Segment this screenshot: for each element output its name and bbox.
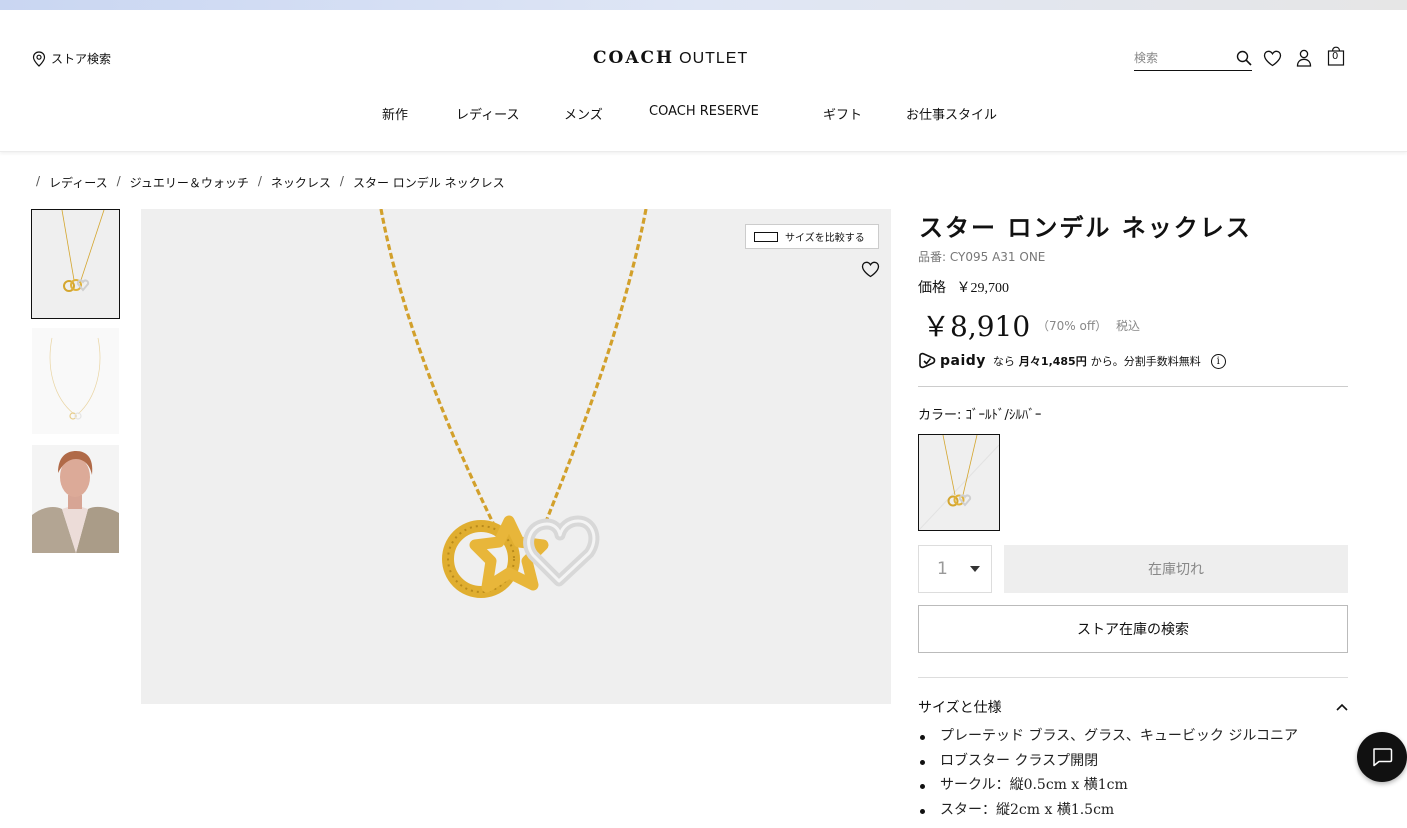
main-nav: 新作 レディース メンズ COACH RESERVE ギフト お仕事スタイル	[0, 104, 1407, 124]
store-locator-link[interactable]: ストア検索	[32, 50, 111, 67]
nav-item-mens[interactable]: メンズ	[564, 104, 603, 123]
nav-item-work-style[interactable]: お仕事スタイル	[906, 104, 997, 123]
quantity-select[interactable]: 1	[918, 545, 992, 593]
chevron-down-icon	[969, 566, 980, 572]
spec-item: サークル：縦0.5cm x 横1cm	[918, 775, 1358, 800]
original-price: 価格 ￥29,700	[918, 277, 1009, 297]
chat-button[interactable]	[1357, 732, 1407, 782]
spec-item: プレーテッド ブラス、グラス、キュービック ジルコニア	[918, 726, 1358, 751]
spec-item: スター：縦2cm x 横1.5cm	[918, 800, 1358, 825]
breadcrumb-separator: /	[339, 174, 344, 188]
thumbnail-2[interactable]	[32, 328, 119, 434]
spec-list: プレーテッド ブラス、グラス、キュービック ジルコニア ロブスター クラスプ開閉…	[918, 726, 1358, 824]
store-search-label: ストア検索	[51, 52, 112, 66]
account-icon[interactable]	[1294, 48, 1314, 68]
breadcrumb: / レディース / ジュエリー＆ウォッチ / ネックレス / スター ロンデル …	[36, 174, 505, 191]
original-price-label: 価格	[918, 280, 946, 296]
cart-count: 0	[1332, 51, 1339, 62]
site-header: ストア検索 COACH OUTLET 0 新作 レディース メンズ COAC	[0, 10, 1407, 152]
necklace-thumbnail-image	[32, 210, 119, 318]
discount-badge: （70% off）	[1037, 319, 1108, 333]
product-sku: 品番: CY095 A31 ONE	[918, 250, 1046, 264]
nav-item-ladies[interactable]: レディース	[456, 104, 519, 123]
divider	[918, 677, 1348, 678]
quantity-value: 1	[937, 559, 948, 579]
breadcrumb-item-necklace[interactable]: ネックレス	[271, 174, 331, 191]
logo-brand: COACH	[593, 48, 675, 68]
compare-size-label: サイズを比較する	[785, 233, 865, 244]
spec-item: ロブスター クラスプ開閉	[918, 751, 1358, 776]
thumbnail-1[interactable]	[31, 209, 120, 319]
paidy-post: から。分割手数料無料	[1090, 355, 1201, 368]
top-accent-bar	[0, 0, 1407, 10]
paidy-brand: paidy	[940, 353, 986, 369]
store-stock-search-button[interactable]: ストア在庫の検索	[918, 605, 1348, 653]
original-price-value: ￥29,700	[956, 281, 1009, 296]
wishlist-icon[interactable]	[1262, 48, 1282, 68]
paidy-amount: 月々1,485円	[1018, 355, 1087, 368]
breadcrumb-item-ladies[interactable]: レディース	[49, 174, 108, 191]
nav-item-coach-reserve[interactable]: COACH RESERVE	[649, 104, 759, 119]
paidy-pre: なら	[992, 355, 1015, 368]
paidy-installment-info: paidy なら 月々1,485円 から。分割手数料無料 i	[918, 352, 1226, 370]
color-swatch-gold-silver[interactable]	[918, 434, 1000, 531]
sale-price: ￥8,910	[922, 310, 1031, 343]
image-wishlist-icon[interactable]	[861, 261, 880, 282]
search-input[interactable]	[1134, 51, 1224, 65]
breadcrumb-item-current: スター ロンデル ネックレス	[352, 176, 505, 190]
chat-icon	[1373, 748, 1393, 767]
search-field[interactable]	[1134, 46, 1252, 71]
ruler-icon	[754, 231, 778, 242]
breadcrumb-item-jewelry[interactable]: ジュエリー＆ウォッチ	[130, 174, 249, 191]
location-pin-icon	[32, 50, 46, 67]
info-icon[interactable]: i	[1210, 353, 1226, 369]
nav-item-gift[interactable]: ギフト	[823, 104, 862, 123]
compare-size-button[interactable]: サイズを比較する	[745, 224, 879, 249]
sold-out-button[interactable]: 在庫切れ	[1004, 545, 1348, 593]
chevron-up-icon	[1336, 703, 1348, 711]
logo-sub: OUTLET	[679, 50, 749, 67]
nav-item-new[interactable]: 新作	[382, 104, 408, 123]
thumbnail-3[interactable]	[32, 445, 119, 553]
model-thumbnail-image	[32, 445, 119, 553]
coach-outlet-logo[interactable]: COACH OUTLET	[593, 48, 783, 68]
cart-icon[interactable]: 0	[1326, 46, 1346, 66]
swatch-image	[919, 435, 999, 530]
search-icon[interactable]	[1236, 50, 1252, 66]
paidy-logo-icon	[919, 352, 936, 369]
divider	[918, 386, 1348, 387]
breadcrumb-separator: /	[116, 174, 121, 188]
spec-heading: サイズと仕様	[918, 700, 1002, 716]
breadcrumb-separator: /	[36, 174, 41, 188]
tax-note: 税込	[1116, 319, 1141, 333]
spec-accordion-header[interactable]: サイズと仕様	[918, 697, 1348, 717]
product-title: スター ロンデル ネックレス	[919, 213, 1252, 242]
necklace-image	[379, 209, 648, 598]
necklace-full-thumbnail-image	[32, 328, 119, 434]
main-product-image[interactable]	[141, 209, 891, 704]
breadcrumb-separator: /	[257, 174, 262, 188]
color-label: カラー: ｺﾞｰﾙﾄﾞ/ｼﾙﾊﾞｰ	[918, 408, 1042, 423]
